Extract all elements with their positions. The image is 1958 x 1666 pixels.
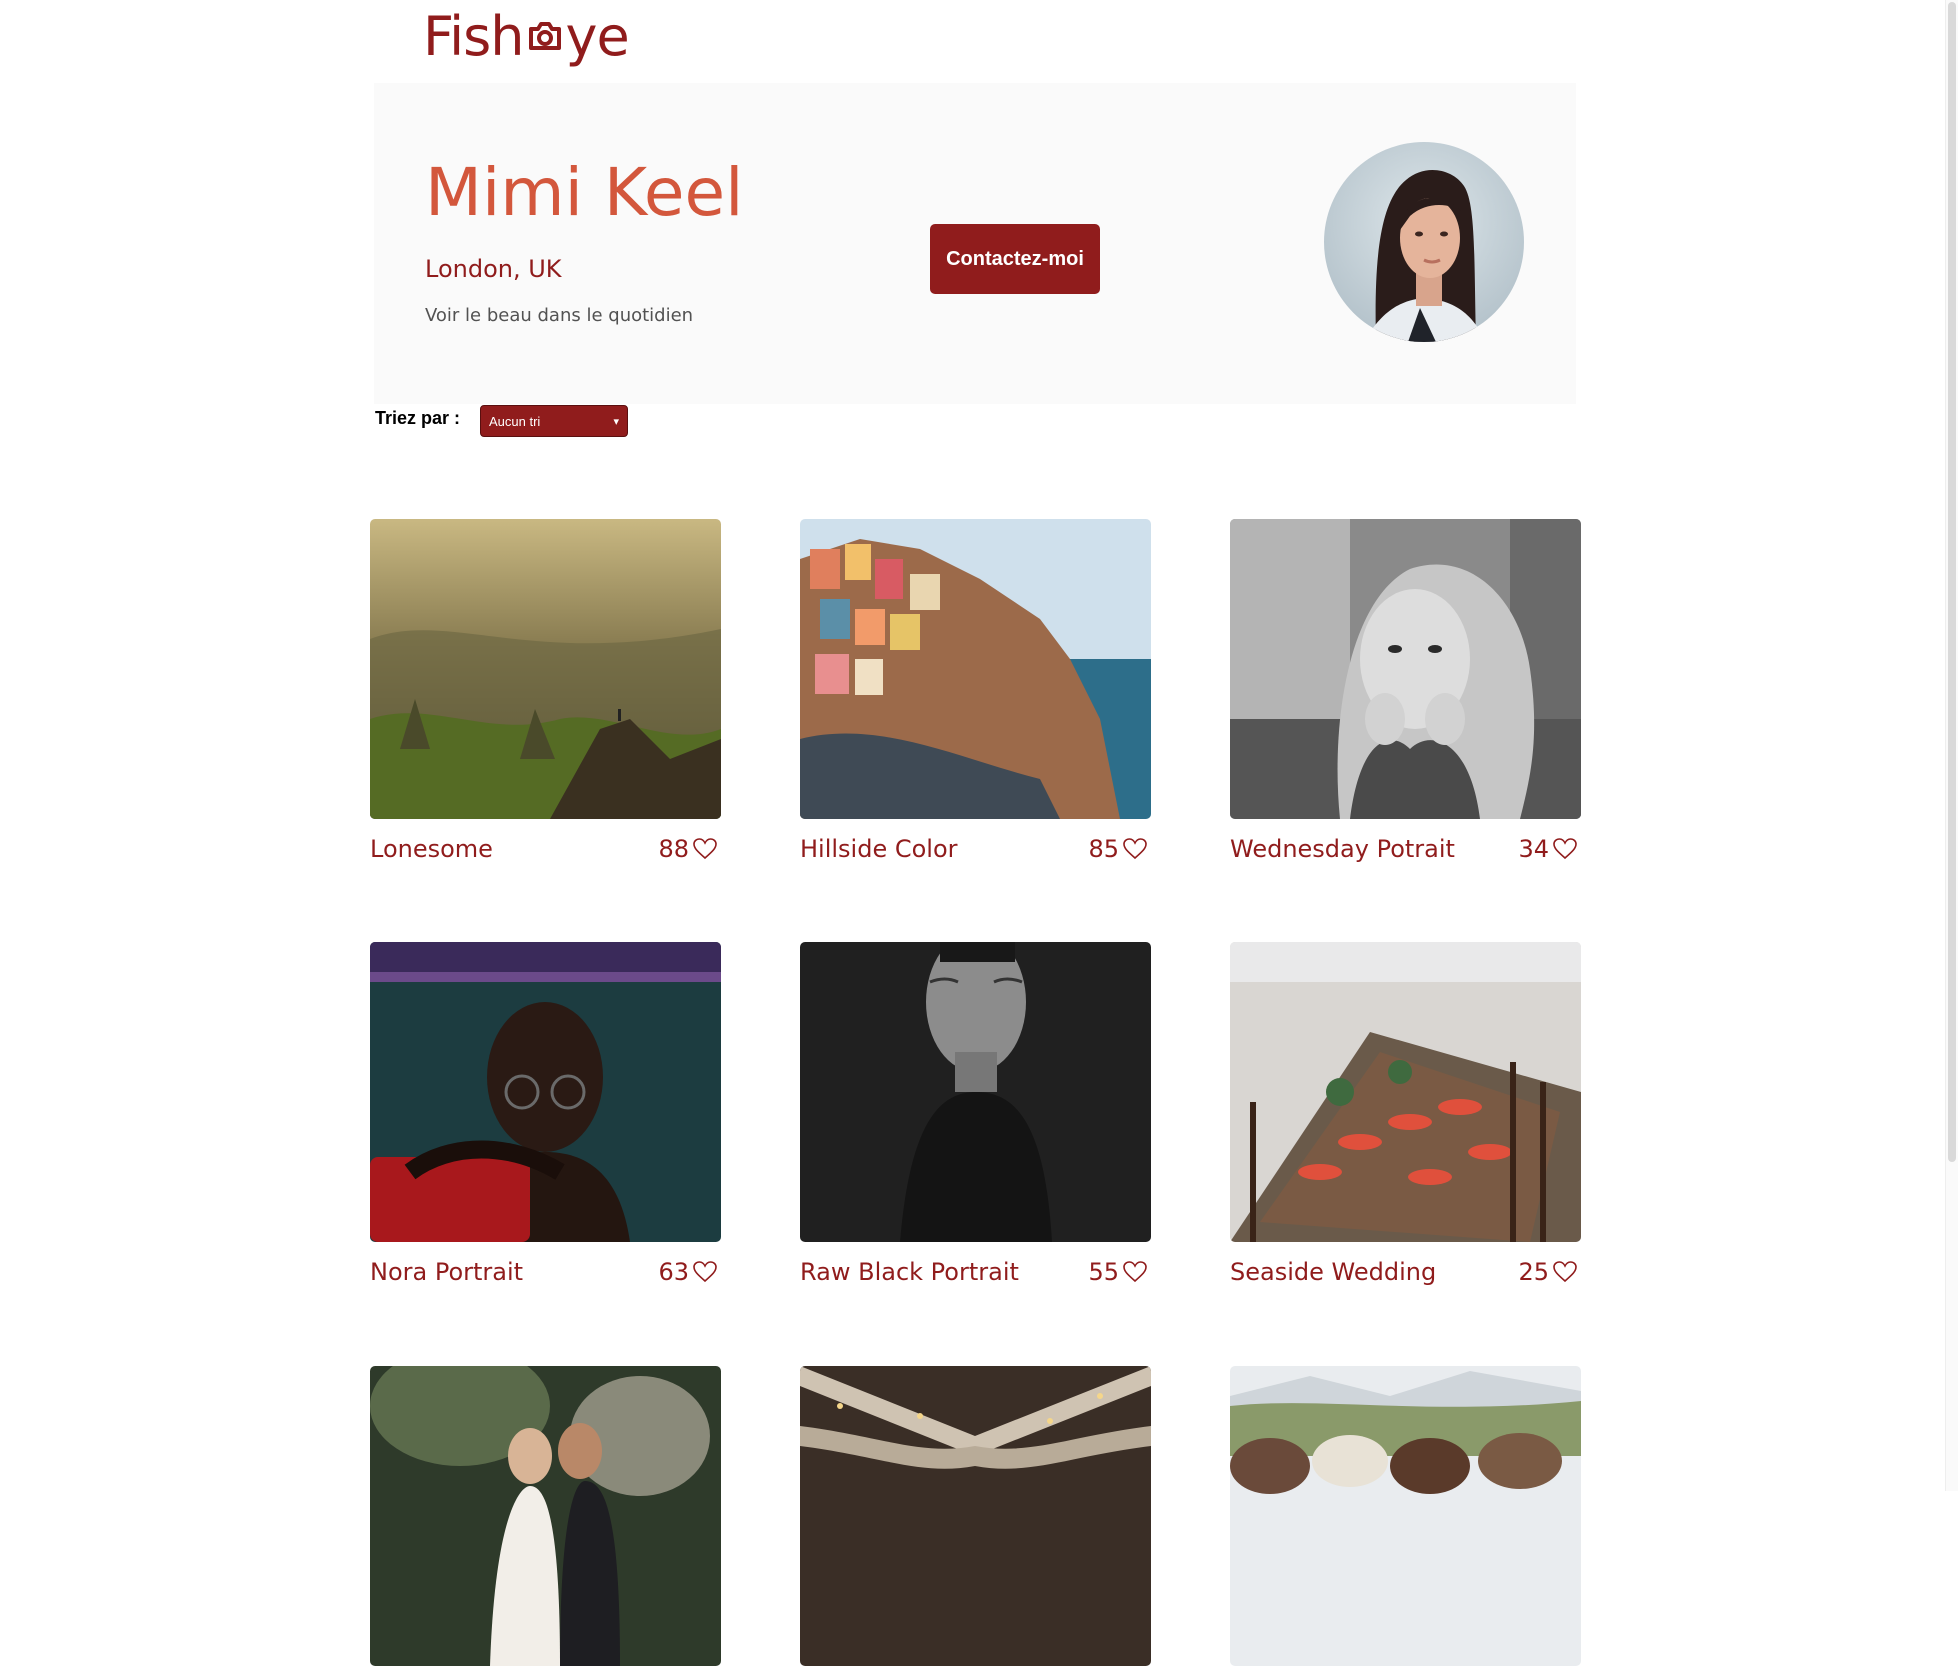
- media-title: Lonesome: [370, 835, 493, 863]
- media-card: [800, 1366, 1151, 1666]
- heart-outline-icon[interactable]: [1553, 838, 1577, 860]
- media-thumbnail[interactable]: [370, 1366, 721, 1666]
- media-thumbnail[interactable]: [800, 1366, 1151, 1666]
- media-title: Nora Portrait: [370, 1258, 524, 1286]
- media-caption: Lonesome 88: [370, 835, 721, 863]
- media-thumbnail[interactable]: [800, 519, 1151, 819]
- media-caption: Raw Black Portrait 55: [800, 1258, 1151, 1286]
- photographer-tagline: Voir le beau dans le quotidien: [425, 305, 694, 326]
- media-likes-count: 63: [658, 1258, 689, 1286]
- page-scrollbar[interactable]: [1945, 0, 1958, 1491]
- photographer-portrait: [1324, 142, 1524, 342]
- media-likes-count: 34: [1518, 835, 1549, 863]
- media-card: [370, 1366, 721, 1666]
- media-caption: Nora Portrait 63: [370, 1258, 721, 1286]
- media-likes-count: 55: [1088, 1258, 1119, 1286]
- media-thumbnail[interactable]: [1230, 942, 1581, 1242]
- sort-label: Triez par :: [375, 408, 461, 428]
- chevron-down-icon: ▾: [613, 415, 619, 428]
- media-title: Wednesday Potrait: [1230, 835, 1455, 863]
- sort-selected-value: Aucun tri: [489, 413, 541, 429]
- sort-select[interactable]: Aucun tri ▾: [480, 405, 628, 437]
- media-caption: Seaside Wedding 25: [1230, 1258, 1581, 1286]
- media-thumbnail[interactable]: [370, 519, 721, 819]
- media-thumbnail[interactable]: [370, 942, 721, 1242]
- photographer-name: Mimi Keel: [425, 154, 744, 231]
- logo-text-end: ye: [565, 4, 630, 68]
- page-scrollbar-thumb[interactable]: [1948, 2, 1956, 1162]
- photographer-header: Mimi Keel London, UK Voir le beau dans l…: [374, 83, 1576, 404]
- media-thumbnail[interactable]: [1230, 519, 1581, 819]
- media-likes-count: 85: [1088, 835, 1119, 863]
- media-card: Hillside Color 85: [800, 519, 1151, 863]
- media-caption: Hillside Color 85: [800, 835, 1151, 863]
- media-card: [1230, 1366, 1581, 1666]
- media-card: Lonesome 88: [370, 519, 721, 863]
- media-title: Hillside Color: [800, 835, 958, 863]
- media-card: Wednesday Potrait 34: [1230, 519, 1581, 863]
- heart-outline-icon[interactable]: [1123, 1261, 1147, 1283]
- logo-text-start: Fish: [423, 4, 524, 68]
- media-likes-count: 25: [1518, 1258, 1549, 1286]
- media-card: Raw Black Portrait 55: [800, 942, 1151, 1286]
- media-likes-count: 88: [658, 835, 689, 863]
- contact-button[interactable]: Contactez-moi: [930, 224, 1100, 294]
- media-thumbnail[interactable]: [1230, 1366, 1581, 1666]
- photographer-location: London, UK: [425, 255, 562, 283]
- media-card: Nora Portrait 63: [370, 942, 721, 1286]
- heart-outline-icon[interactable]: [693, 1261, 717, 1283]
- media-title: Seaside Wedding: [1230, 1258, 1437, 1286]
- media-caption: Wednesday Potrait 34: [1230, 835, 1581, 863]
- camera-icon: [528, 22, 561, 50]
- media-card: Seaside Wedding 25: [1230, 942, 1581, 1286]
- media-title: Raw Black Portrait: [800, 1258, 1019, 1286]
- media-thumbnail[interactable]: [800, 942, 1151, 1242]
- heart-outline-icon[interactable]: [693, 838, 717, 860]
- heart-outline-icon[interactable]: [1553, 1261, 1577, 1283]
- fisheye-logo[interactable]: Fish ye: [423, 4, 630, 68]
- heart-outline-icon[interactable]: [1123, 838, 1147, 860]
